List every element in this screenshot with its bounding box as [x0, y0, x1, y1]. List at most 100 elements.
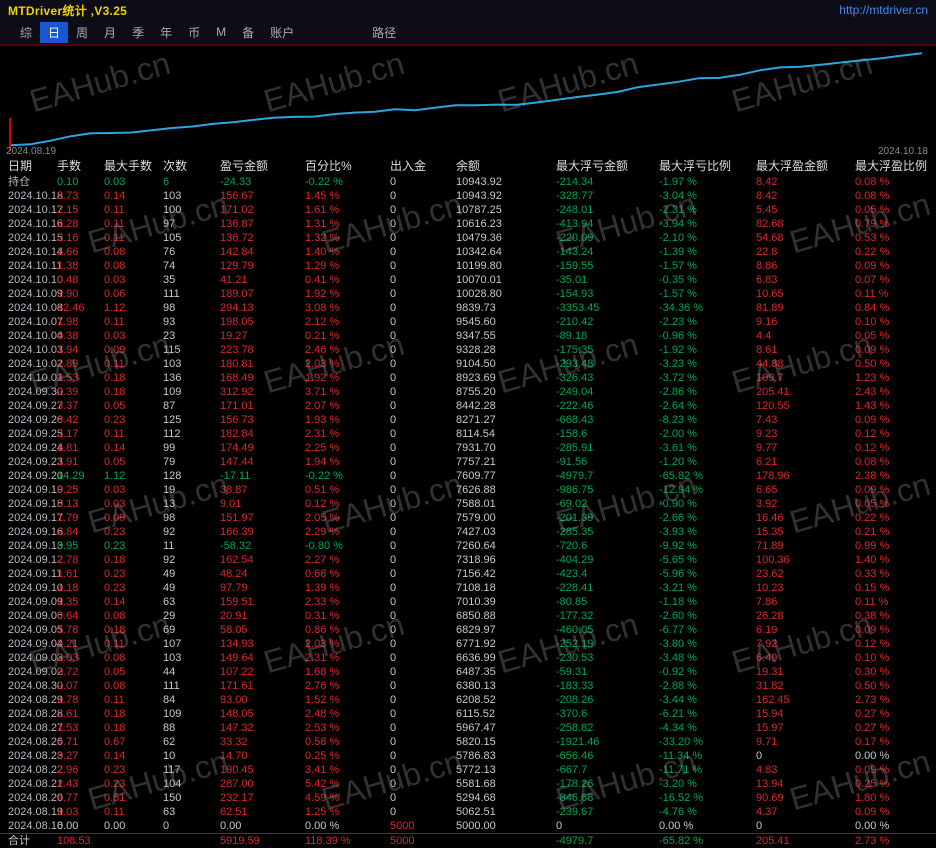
cell: 2.33 %	[305, 596, 340, 608]
menu-item-ji[interactable]: 季	[124, 22, 152, 43]
cell: 0.14	[104, 190, 126, 202]
menu-item-lujing[interactable]: 路径	[364, 22, 404, 43]
table-row[interactable]: 2024.09.26 3.42 0.23 125 156.73 1.93 % 0 8271.2…	[0, 413, 936, 427]
cell: 14.29	[57, 470, 85, 482]
table-row[interactable]: 2024.10.14 1.66 0.08 76 142.84 1.40 % 0 10342.6…	[0, 245, 936, 259]
cell: 2024.08.27	[8, 722, 64, 734]
cell: 62	[163, 736, 176, 748]
table-row[interactable]: 2024.10.01 3.53 0.18 136 168.49 1.92 % 0 8923.6…	[0, 371, 936, 385]
table-row[interactable]: 2024.09.24 1.81 0.14 99 174.49 2.25 % 0 7931.70…	[0, 441, 936, 455]
cell: 11	[163, 540, 175, 552]
cell: 8.86	[756, 260, 778, 272]
table-row[interactable]: 2024.10.18 2.73 0.14 103 156.67 1.45 % 0 10943.…	[0, 189, 936, 203]
menu-item-ri[interactable]: 日	[40, 21, 69, 43]
cell: 2024.09.18	[8, 498, 64, 510]
cell: 33.32	[220, 736, 248, 748]
table-row[interactable]: 2024.08.23 0.27 0.14 10 14.70 0.25 % 0 5786.83 -…	[0, 749, 936, 763]
table-row[interactable]: 2024.09.13 0.95 0.23 11 -58.32 -0.80 % 0 7260.6…	[0, 539, 936, 553]
cell: 23	[163, 330, 176, 342]
cell: 100	[163, 204, 182, 216]
cell: 0.08	[104, 246, 126, 258]
table-row[interactable]: 2024.10.16 2.28 0.11 97 136.87 1.31 % 0 10616.2…	[0, 217, 936, 231]
table-row[interactable]: 2024.10.17 2.15 0.11 100 171.02 1.61 % 0 10787.…	[0, 203, 936, 217]
cell: -4979.7	[556, 835, 594, 847]
cell: 3.92	[756, 498, 778, 510]
cell: 82.68	[756, 218, 784, 230]
table-row[interactable]: 2024.09.30 2.39 0.18 109 312.92 3.71 % 0 8755.2…	[0, 385, 936, 399]
table-row-position[interactable]: 持仓 0.10 0.03 6 -24.33 -0.22 % 0 10943.92 -214.34…	[0, 175, 936, 189]
table-row[interactable]: 2024.08.28 2.61 0.18 109 148.05 2.48 % 0 6115.5…	[0, 707, 936, 721]
cell: 92	[163, 554, 176, 566]
cell: 76	[163, 246, 176, 258]
table-row[interactable]: 2024.10.03 1.94 0.09 115 223.78 2.46 % 0 9328.2…	[0, 343, 936, 357]
table-row[interactable]: 2024.09.10 1.18 0.23 49 97.79 1.39 % 0 7108.18 -…	[0, 581, 936, 595]
cell: -208.26	[556, 694, 594, 706]
menu-item-bi[interactable]: 币	[180, 22, 208, 43]
table-row[interactable]: 2024.08.20 4.77 0.51 150 232.17 4.59 % 0 5294.6…	[0, 791, 936, 805]
cell: 0.12 %	[305, 498, 340, 510]
table-row-total[interactable]: 合计 108.53 5919.59 118.39 % 5000 -4979.7 -65.82…	[0, 833, 936, 847]
menu-item-m[interactable]: M	[208, 23, 234, 41]
table-row[interactable]: 2024.08.22 2.96 0.23 117 190.45 3.41 % 0 5772.1…	[0, 763, 936, 777]
cell: 7626.88	[456, 484, 496, 496]
table-row[interactable]: 2024.09.27 3.37 0.05 87 171.01 2.07 % 0 8442.28…	[0, 399, 936, 413]
table-row[interactable]: 2024.09.20 14.29 1.12 128 -17.11 -0.22 % 0 7609…	[0, 469, 936, 483]
cell: 8442.28	[456, 400, 496, 412]
cell: 9.01	[220, 498, 242, 510]
table-row[interactable]: 2024.09.04 2.21 0.11 107 134.93 2.03 % 0 6771.9…	[0, 637, 936, 651]
table-row[interactable]: 2024.09.06 0.64 0.08 29 20.91 0.31 % 0 6850.88 -…	[0, 609, 936, 623]
cell: 2024.09.13	[8, 540, 64, 552]
menu-item-nian[interactable]: 年	[152, 22, 180, 43]
table-row[interactable]: 2024.08.30 2.07 0.08 111 171.61 2.76 % 0 6380.1…	[0, 679, 936, 693]
table-row[interactable]: 2024.10.04 0.38 0.03 23 19.27 0.21 % 0 9347.55 -…	[0, 329, 936, 343]
cell: 2.03 %	[305, 358, 340, 370]
table-row[interactable]: 2024.09.09 1.35 0.14 63 159.51 2.33 % 0 7010.39…	[0, 595, 936, 609]
table-row[interactable]: 2024.09.18 0.13 0.03 13 9.01 0.12 % 0 7588.01 -6…	[0, 497, 936, 511]
cell: 0	[390, 316, 397, 328]
cell: -1.97 %	[659, 176, 697, 188]
cell: -2.23 %	[659, 316, 697, 328]
cell: 0.10	[57, 176, 79, 188]
table-row[interactable]: 2024.09.02 0.72 0.05 44 107.22 1.68 % 0 6487.35…	[0, 665, 936, 679]
cell: 0.22 %	[855, 246, 890, 258]
menu-item-yue[interactable]: 月	[96, 22, 124, 43]
table-row[interactable]: 2024.10.07 1.98 0.11 93 198.05 2.12 % 0 9545.60…	[0, 315, 936, 329]
table-row[interactable]: 2024.10.15 2.16 0.11 105 136.72 1.32 % 0 10479.…	[0, 231, 936, 245]
cell: 0	[390, 302, 397, 314]
table-row[interactable]: 2024.08.21 2.43 0.23 104 287.00 5.42 % 0 5581.6…	[0, 777, 936, 791]
menu-item-bei[interactable]: 备	[234, 22, 262, 43]
cell: -0.80 %	[305, 540, 343, 552]
table-row[interactable]: 2024.10.10 0.48 0.03 35 41.21 0.41 % 0 10070.01…	[0, 273, 936, 287]
vendor-link[interactable]: http://mtdriver.cn	[839, 3, 928, 17]
cell: 13	[163, 498, 176, 510]
table-row[interactable]: 2024.08.29 1.78 0.11 84 93.00 1.52 % 0 6208.52 -…	[0, 693, 936, 707]
table-row[interactable]: 2024.08.26 4.71 0.67 62 33.32 0.58 % 0 5820.15 -…	[0, 735, 936, 749]
table-row[interactable]: 2024.09.12 2.78 0.18 92 162.54 2.27 % 0 7318.96…	[0, 553, 936, 567]
cell: 0.17 %	[855, 736, 890, 748]
table-row[interactable]: 2024.09.23 1.91 0.05 79 147.44 1.94 % 0 7757.21…	[0, 455, 936, 469]
table-row[interactable]: 2024.09.03 2.03 0.08 103 149.64 2.31 % 0 6636.9…	[0, 651, 936, 665]
menu-item-zhou[interactable]: 周	[68, 22, 96, 43]
table-row[interactable]: 2024.09.11 1.61 0.23 49 48.24 0.68 % 0 7156.42 -…	[0, 567, 936, 581]
menu-item-zhanghu[interactable]: 账户	[262, 22, 302, 43]
table-row[interactable]: 2024.09.16 2.84 0.23 92 166.39 2.29 % 0 7427.03…	[0, 525, 936, 539]
table-row[interactable]: 2024.09.19 0.25 0.03 19 38.87 0.51 % 0 7626.88 -…	[0, 483, 936, 497]
cell: 88	[163, 722, 176, 734]
menu-item-zong[interactable]: 综	[12, 22, 40, 43]
table-row[interactable]: 2024.08.19 1.03 0.11 63 62.51 1.25 % 0 5062.51 -…	[0, 805, 936, 819]
cell: 162.54	[220, 554, 254, 566]
table-row[interactable]: 2024.10.09 1.90 0.06 111 189.07 1.92 % 0 10028.…	[0, 287, 936, 301]
table-row[interactable]: 2024.08.27 1.53 0.18 88 147.32 2.53 % 0 5967.47…	[0, 721, 936, 735]
table-row[interactable]: 2024.09.05 1.78 0.18 69 58.05 0.86 % 0 6829.97 -…	[0, 623, 936, 637]
cell: 2.31 %	[305, 652, 340, 664]
table-row[interactable]: 2024.10.02 1.89 0.11 103 180.81 2.03 % 0 9104.5…	[0, 357, 936, 371]
table-row[interactable]: 2024.09.17 1.79 0.09 98 151.97 2.05 % 0 7579.00…	[0, 511, 936, 525]
table-row[interactable]: 2024.08.16 0.00 0.00 0 0.00 0.00 % 5000 5000.00…	[0, 819, 936, 833]
cell: 2024.10.08	[8, 302, 64, 314]
table-row[interactable]: 2024.10.08 12.46 1.12 98 294.13 3.08 % 0 9839.7…	[0, 301, 936, 315]
table-row[interactable]: 2024.10.11 1.38 0.08 74 129.79 1.29 % 0 10199.8…	[0, 259, 936, 273]
cell: 3.41 %	[305, 764, 340, 776]
cell: 0.00 %	[855, 750, 890, 762]
table-row[interactable]: 2024.09.25 2.17 0.11 112 182.84 2.31 % 0 8114.5…	[0, 427, 936, 441]
cell: 0.95	[57, 540, 79, 552]
